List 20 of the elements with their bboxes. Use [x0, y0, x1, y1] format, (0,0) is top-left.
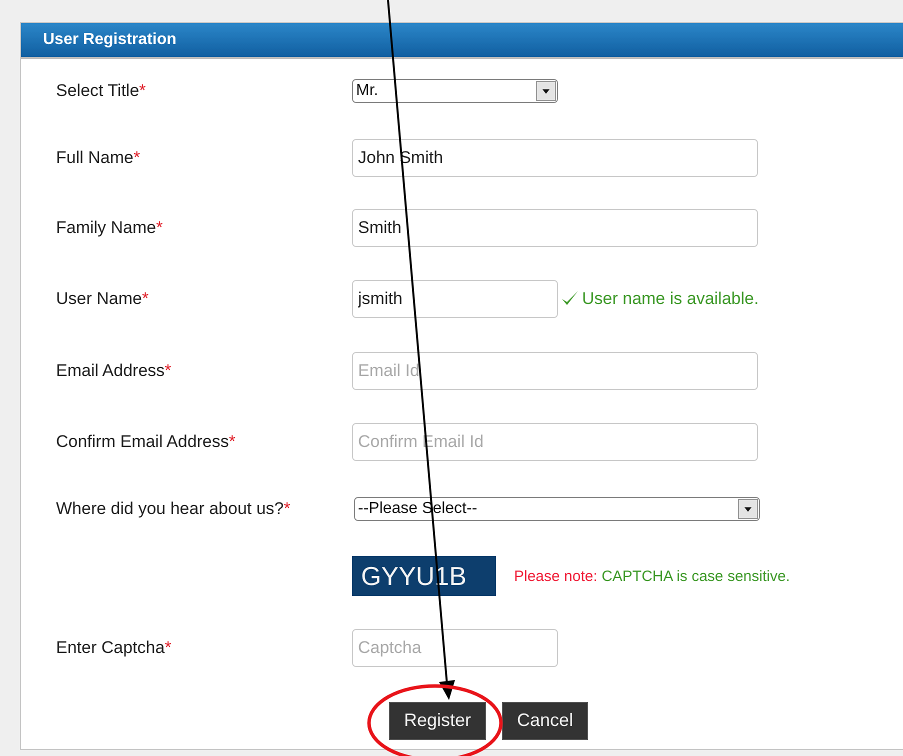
dropdown[interactable]: Mr.	[352, 79, 558, 103]
caret-icon	[536, 81, 556, 101]
field-label: Select Title*	[56, 81, 146, 101]
input-field[interactable]: Smith	[352, 208, 758, 246]
caret-icon	[738, 498, 758, 518]
register-button[interactable]: Register	[389, 702, 486, 740]
captcha-image: GYYU1B	[352, 556, 496, 596]
field-label: Enter Captcha*	[56, 638, 172, 658]
input-field[interactable]: Email Id	[352, 352, 758, 390]
field-label: Email Address*	[56, 361, 172, 381]
field-label: Full Name*	[56, 148, 140, 168]
field-label: User Name*	[56, 289, 149, 309]
field-label: Confirm Email Address*	[56, 432, 236, 452]
field-label: Family Name*	[56, 218, 163, 238]
panel-title: User Registration	[43, 31, 176, 49]
field-label: Where did you hear about us?*	[56, 498, 290, 518]
captcha-note: Please note: CAPTCHA is case sensitive.	[514, 568, 790, 584]
input-field[interactable]: Captcha	[352, 628, 558, 666]
cancel-button[interactable]: Cancel	[502, 702, 588, 740]
availability-message: User name is available.	[582, 289, 759, 309]
